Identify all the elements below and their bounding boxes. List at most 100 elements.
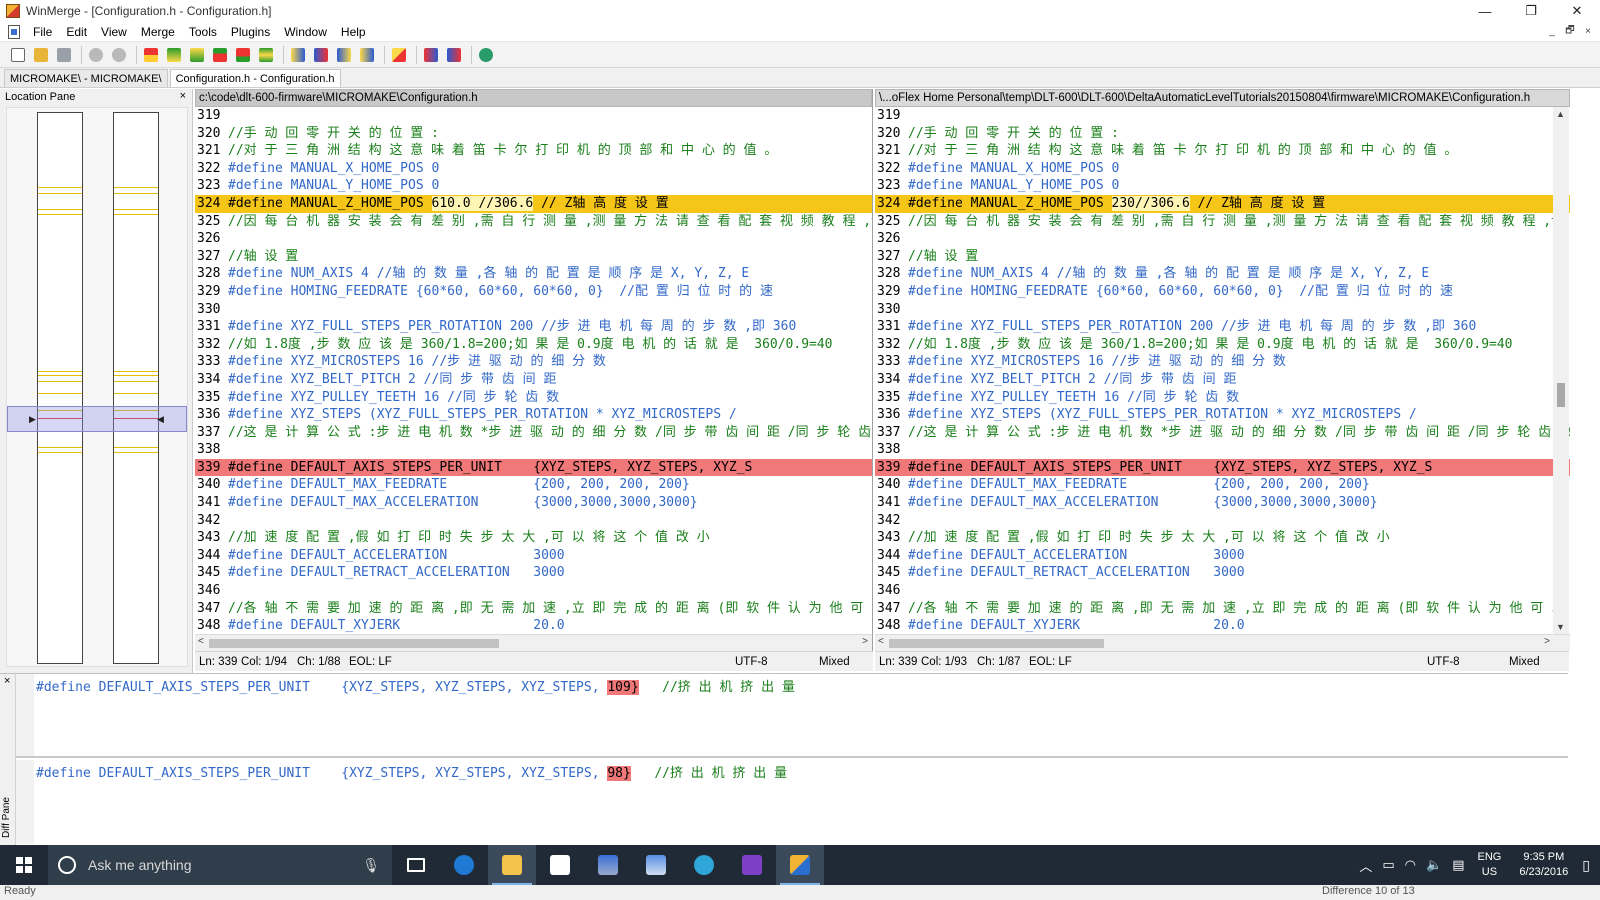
menu-view[interactable]: View — [94, 25, 134, 39]
first-diff-button[interactable] — [210, 45, 230, 65]
right-code-line[interactable]: 334 #define XYZ_BELT_PITCH 2 //同 步 带 齿 间 … — [875, 371, 1570, 389]
maximize-button[interactable]: ❐ — [1508, 0, 1554, 22]
tab-folder-compare[interactable]: MICROMAKE\ - MICROMAKE\ — [4, 69, 168, 87]
right-code-line[interactable]: 348 #define DEFAULT_XYJERK 20.0 — [875, 617, 1570, 633]
left-code-line[interactable]: 341 #define DEFAULT_MAX_ACCELERATION {300… — [195, 494, 872, 512]
taskbar-file-explorer[interactable] — [488, 845, 536, 885]
volume-icon[interactable]: 🔈 — [1426, 857, 1442, 873]
taskbar-edge[interactable] — [440, 845, 488, 885]
left-code-line[interactable]: 324 #define MANUAL_Z_HOME_POS 610.0 //306… — [195, 194, 872, 213]
right-code-line[interactable]: 345 #define DEFAULT_RETRACT_ACCELERATION … — [875, 564, 1570, 582]
right-code-line[interactable]: 329 #define HOMING_FEEDRATE {60*60, 60*60… — [875, 283, 1570, 301]
mdi-close-button[interactable]: × — [1580, 24, 1596, 39]
right-code-line[interactable]: 328 #define NUM_AXIS 4 //轴 的 数 量 ,各 轴 的 配… — [875, 265, 1570, 283]
left-code-line[interactable]: 333 #define XYZ_MICROSTEPS 16 //步 进 驱 动 的… — [195, 353, 872, 371]
left-code-area[interactable]: 319 320 //手 动 回 零 开 关 的 位 置 : 321 //对 于 三 角 … — [195, 107, 872, 633]
current-diff-button[interactable] — [141, 45, 161, 65]
menu-window[interactable]: Window — [277, 25, 334, 39]
mdi-restore-button[interactable]: 🗗 — [1562, 24, 1578, 39]
left-scroll-thumb[interactable] — [209, 639, 499, 648]
left-code-line[interactable]: 325 //因 每 台 机 器 安 装 会 有 差 别 ,需 自 行 测 量 ,测… — [195, 213, 872, 231]
undo-button[interactable] — [86, 45, 106, 65]
redo-button[interactable] — [109, 45, 129, 65]
right-code-line[interactable]: 341 #define DEFAULT_MAX_ACCELERATION {300… — [875, 494, 1570, 512]
right-code-area[interactable]: 319 320 //手 动 回 零 开 关 的 位 置 : 321 //对 于 三 角 … — [875, 107, 1570, 633]
left-code-line[interactable]: 322 #define MANUAL_X_HOME_POS 0 — [195, 160, 872, 178]
taskbar-store[interactable] — [536, 845, 584, 885]
copy-left-button[interactable] — [311, 45, 331, 65]
vertical-scrollbar[interactable]: ▲ ▼ — [1553, 107, 1569, 634]
copy-right-advance-button[interactable] — [334, 45, 354, 65]
right-code-line[interactable]: 347 //各 轴 不 需 要 加 速 的 距 离 ,即 无 需 加 速 ,立 即… — [875, 600, 1570, 618]
open-button[interactable] — [31, 45, 51, 65]
right-code-line[interactable]: 335 #define XYZ_PULLEY_TEETH 16 //同 步 轮 齿… — [875, 389, 1570, 407]
right-code-line[interactable]: 322 #define MANUAL_X_HOME_POS 0 — [875, 160, 1570, 178]
input-language-indicator[interactable]: ENG US — [1478, 850, 1502, 880]
right-code-line[interactable]: 321 //对 于 三 角 洲 结 构 这 意 味 着 笛 卡 尔 打 印 机 的… — [875, 142, 1570, 160]
right-code-line[interactable]: 324 #define MANUAL_Z_HOME_POS 230//306.6 … — [875, 194, 1570, 213]
right-file-pane[interactable]: \...oFlex Home Personal\temp\DLT-600\DLT… — [875, 89, 1570, 651]
right-code-line[interactable]: 337 //这 是 计 算 公 式 :步 进 电 机 数 *步 进 驱 动 的 细… — [875, 424, 1570, 442]
vertical-scroll-thumb[interactable] — [1557, 383, 1565, 407]
left-code-line[interactable]: 327 //轴 设 置 — [195, 248, 872, 266]
left-code-line[interactable]: 340 #define DEFAULT_MAX_FEEDRATE {200, 20… — [195, 476, 872, 494]
microphone-icon[interactable]: 🎙 — [362, 857, 380, 874]
left-code-line[interactable]: 329 #define HOMING_FEEDRATE {60*60, 60*60… — [195, 283, 872, 301]
menu-merge[interactable]: Merge — [134, 25, 182, 39]
left-code-line[interactable]: 330 — [195, 301, 872, 319]
right-code-line[interactable]: 336 #define XYZ_STEPS (XYZ_FULL_STEPS_PER… — [875, 406, 1570, 424]
right-code-line[interactable]: 338 — [875, 441, 1570, 459]
left-code-line[interactable]: 337 //这 是 计 算 公 式 :步 进 电 机 数 *步 进 驱 动 的 细… — [195, 424, 872, 442]
scroll-right-icon[interactable]: > — [862, 636, 868, 647]
minimize-button[interactable]: — — [1462, 0, 1508, 22]
right-horizontal-scrollbar[interactable]: < > — [875, 634, 1570, 651]
right-code-line[interactable]: 327 //轴 设 置 — [875, 248, 1570, 266]
left-file-pane[interactable]: c:\code\dlt-600-firmware\MICROMAKE\Confi… — [195, 89, 873, 651]
left-code-line[interactable]: 320 //手 动 回 零 开 关 的 位 置 : — [195, 125, 872, 143]
left-code-line[interactable]: 346 — [195, 582, 872, 600]
right-code-line[interactable]: 339 #define DEFAULT_AXIS_STEPS_PER_UNIT {… — [875, 458, 1570, 477]
tab-file-compare[interactable]: Configuration.h - Configuration.h — [169, 69, 341, 87]
taskbar-remote-desktop[interactable] — [584, 845, 632, 885]
right-code-line[interactable]: 342 — [875, 512, 1570, 530]
copy-right-button[interactable] — [288, 45, 308, 65]
left-horizontal-scrollbar[interactable]: < > — [195, 634, 872, 651]
menu-file[interactable]: File — [26, 25, 59, 39]
last-diff-button[interactable] — [233, 45, 253, 65]
close-button[interactable]: ✕ — [1554, 0, 1600, 22]
taskbar-remote-desktop-2[interactable] — [632, 845, 680, 885]
left-code-line[interactable]: 339 #define DEFAULT_AXIS_STEPS_PER_UNIT {… — [195, 458, 872, 477]
copy-left-advance-button[interactable] — [357, 45, 377, 65]
open-right-button[interactable] — [444, 45, 464, 65]
left-code-line[interactable]: 328 #define NUM_AXIS 4 //轴 的 数 量 ,各 轴 的 配… — [195, 265, 872, 283]
action-center-icon[interactable]: ▯ — [1582, 857, 1590, 874]
right-code-line[interactable]: 344 #define DEFAULT_ACCELERATION 3000 — [875, 547, 1570, 565]
show-hidden-icons-icon[interactable]: ︿ — [1359, 856, 1372, 875]
refresh-button[interactable] — [476, 45, 496, 65]
left-code-line[interactable]: 335 #define XYZ_PULLEY_TEETH 16 //同 步 轮 齿… — [195, 389, 872, 407]
right-code-line[interactable]: 332 //如 1.8度 ,步 数 应 该 是 360/1.8=200;如 果 是… — [875, 336, 1570, 354]
left-code-line[interactable]: 321 //对 于 三 角 洲 结 构 这 意 味 着 笛 卡 尔 打 印 机 的… — [195, 142, 872, 160]
right-code-line[interactable]: 346 — [875, 582, 1570, 600]
left-code-line[interactable]: 319 — [195, 107, 872, 125]
left-code-line[interactable]: 336 #define XYZ_STEPS (XYZ_FULL_STEPS_PER… — [195, 406, 872, 424]
new-file-button[interactable] — [8, 45, 28, 65]
right-code-line[interactable]: 333 #define XYZ_MICROSTEPS 16 //步 进 驱 动 的… — [875, 353, 1570, 371]
winmerge-app-icon[interactable] — [6, 4, 20, 18]
next-diff-button[interactable] — [164, 45, 184, 65]
battery-icon[interactable]: ▭ — [1382, 857, 1394, 873]
open-left-button[interactable] — [421, 45, 441, 65]
menu-plugins[interactable]: Plugins — [224, 25, 277, 39]
start-button[interactable] — [0, 845, 48, 885]
options-button[interactable] — [389, 45, 409, 65]
diff-detail-right[interactable]: #define DEFAULT_AXIS_STEPS_PER_UNIT {XYZ… — [16, 760, 1568, 844]
menu-tools[interactable]: Tools — [182, 25, 224, 39]
left-code-line[interactable]: 332 //如 1.8度 ,步 数 应 该 是 360/1.8=200;如 果 是… — [195, 336, 872, 354]
left-code-line[interactable]: 344 #define DEFAULT_ACCELERATION 3000 — [195, 547, 872, 565]
taskbar-clock[interactable]: 9:35 PM 6/23/2016 — [1519, 850, 1568, 880]
right-code-line[interactable]: 323 #define MANUAL_Y_HOME_POS 0 — [875, 177, 1570, 195]
right-code-line[interactable]: 326 — [875, 230, 1570, 248]
left-code-line[interactable]: 338 — [195, 441, 872, 459]
message-icon[interactable]: ▤ — [1452, 857, 1464, 873]
scroll-left-icon[interactable]: < — [198, 636, 204, 647]
